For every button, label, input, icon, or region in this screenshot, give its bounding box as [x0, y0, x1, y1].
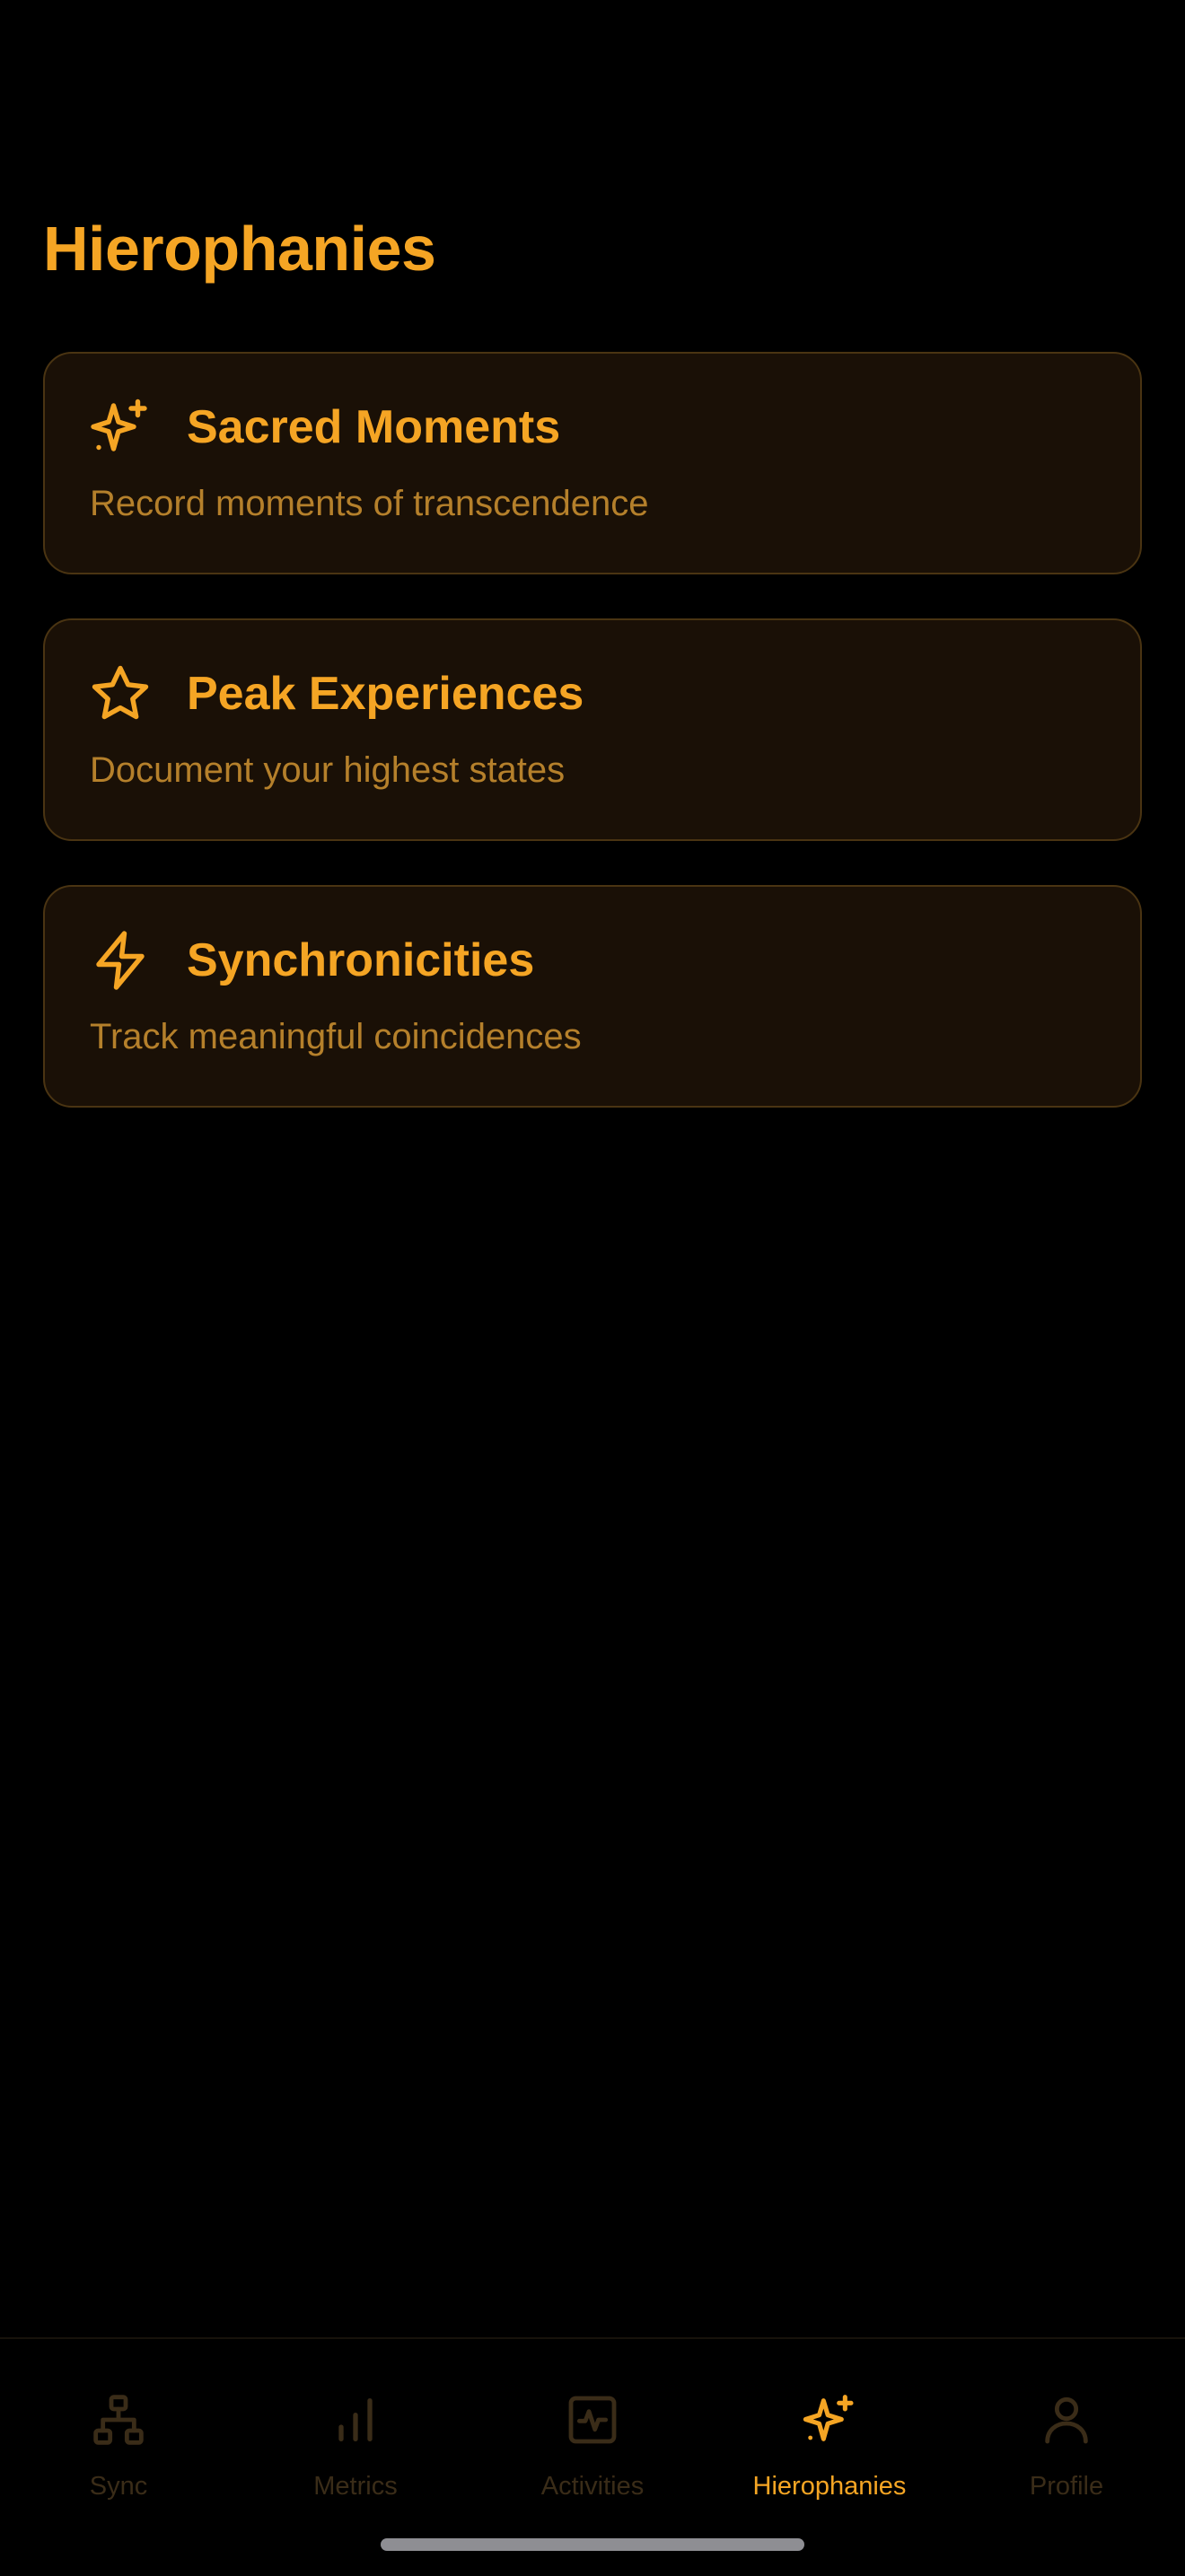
- star-icon: [88, 662, 153, 726]
- tab-profile[interactable]: Profile: [948, 2339, 1185, 2519]
- card-subtitle: Record moments of transcendence: [90, 484, 649, 523]
- card-title: Synchronicities: [187, 934, 535, 986]
- tab-label: Profile: [1029, 2472, 1104, 2501]
- tab-label: Sync: [89, 2472, 148, 2501]
- card-synchronicities[interactable]: Synchronicities Track meaningful coincid…: [43, 885, 1142, 1108]
- tab-label: Activities: [540, 2472, 645, 2501]
- user-icon: [1038, 2391, 1095, 2449]
- tab-sync[interactable]: Sync: [0, 2339, 237, 2519]
- sparkles-icon: [88, 395, 153, 460]
- tab-hierophanies[interactable]: Hierophanies: [711, 2339, 948, 2519]
- tab-label: Metrics: [313, 2472, 398, 2501]
- page-title: Hierophanies: [43, 214, 436, 284]
- activity-icon: [564, 2391, 621, 2449]
- home-indicator: [381, 2538, 804, 2551]
- card-peak-experiences[interactable]: Peak Experiences Document your highest s…: [43, 618, 1142, 841]
- sparkles-icon: [801, 2391, 858, 2449]
- bar-chart-icon: [327, 2391, 384, 2449]
- tab-metrics[interactable]: Metrics: [237, 2339, 474, 2519]
- card-title: Peak Experiences: [187, 668, 584, 720]
- tab-label: Hierophanies: [752, 2472, 907, 2501]
- card-sacred-moments[interactable]: Sacred Moments Record moments of transce…: [43, 352, 1142, 574]
- tab-activities[interactable]: Activities: [474, 2339, 711, 2519]
- lightning-icon: [88, 928, 153, 993]
- card-title: Sacred Moments: [187, 401, 561, 453]
- card-subtitle: Track meaningful coincidences: [90, 1017, 582, 1056]
- network-icon: [90, 2391, 147, 2449]
- card-subtitle: Document your highest states: [90, 750, 566, 790]
